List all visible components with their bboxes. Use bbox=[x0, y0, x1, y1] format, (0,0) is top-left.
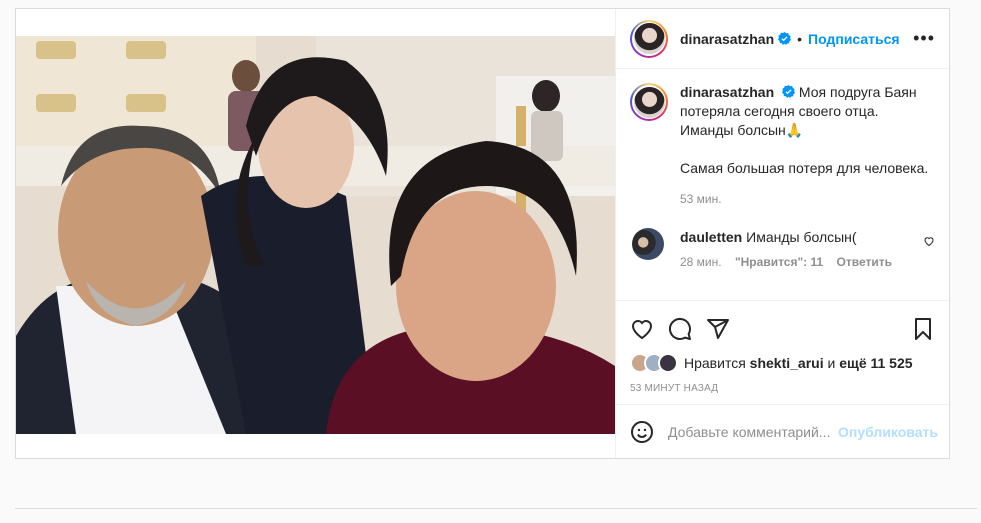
reply-button[interactable]: Ответить bbox=[837, 255, 892, 269]
share-icon[interactable] bbox=[706, 317, 730, 341]
comment-body: dauletten Иманды болсын( 28 мин. "Нравит… bbox=[680, 228, 902, 271]
divider bbox=[15, 508, 977, 509]
comments-section: dinarasatzhan Моя подруга Баян потеряла … bbox=[616, 69, 949, 301]
photo-illustration bbox=[16, 36, 615, 434]
avatar-image bbox=[633, 23, 665, 54]
comment-text: Иманды болсын( bbox=[746, 229, 857, 245]
caption-username[interactable]: dinarasatzhan bbox=[680, 84, 774, 100]
comment-time[interactable]: 28 мин. bbox=[680, 255, 722, 269]
likes-count[interactable]: ещё 11 525 bbox=[839, 355, 912, 371]
caption-body-2: Самая большая потеря для человека. bbox=[680, 160, 929, 176]
action-bar bbox=[616, 309, 949, 349]
comment-username[interactable]: dauletten bbox=[680, 229, 742, 245]
likes-middle: и bbox=[827, 355, 836, 371]
post-sidebar: dinarasatzhan • Подписаться ••• dinarasa… bbox=[615, 9, 949, 458]
post-card: dinarasatzhan • Подписаться ••• dinarasa… bbox=[15, 8, 950, 459]
add-comment-bar: Опубликовать bbox=[616, 404, 949, 458]
avatar-inner bbox=[632, 21, 666, 56]
comment-input[interactable] bbox=[668, 423, 838, 440]
post-timestamp[interactable]: 53 МИНУТ НАЗАД bbox=[616, 383, 949, 394]
header-separator: • bbox=[797, 30, 803, 47]
caption-avatar[interactable] bbox=[630, 83, 668, 121]
comment-icon[interactable] bbox=[668, 317, 692, 341]
liker-avatar[interactable] bbox=[658, 353, 678, 373]
comment-likes[interactable]: "Нравится": 11 bbox=[735, 255, 823, 269]
likes-text: Нравится shekti_arui и ещё 11 525 bbox=[684, 355, 913, 371]
publish-button[interactable]: Опубликовать bbox=[838, 424, 938, 440]
more-icon[interactable]: ••• bbox=[913, 28, 935, 49]
likes-user[interactable]: shekti_arui bbox=[750, 355, 824, 371]
verified-badge-icon bbox=[778, 32, 792, 45]
heart-icon[interactable] bbox=[923, 235, 935, 247]
likes-row: Нравится shekti_arui и ещё 11 525 bbox=[616, 353, 949, 373]
avatar-image bbox=[633, 86, 665, 118]
post-photo[interactable] bbox=[16, 36, 615, 434]
caption-time[interactable]: 53 мин. bbox=[680, 190, 930, 209]
photo-area bbox=[16, 9, 615, 458]
post-header: dinarasatzhan • Подписаться ••• bbox=[616, 9, 949, 69]
author-username[interactable]: dinarasatzhan bbox=[680, 31, 774, 47]
bookmark-icon[interactable] bbox=[911, 317, 935, 341]
emoji-icon[interactable] bbox=[630, 420, 654, 444]
comment-line: dauletten Иманды болсын( bbox=[680, 228, 902, 246]
author-avatar[interactable] bbox=[630, 19, 668, 58]
verified-badge-icon bbox=[782, 85, 796, 98]
comment-item: dauletten Иманды болсын( 28 мин. "Нравит… bbox=[630, 228, 935, 271]
likes-prefix: Нравится bbox=[684, 355, 746, 371]
commenter-avatar[interactable] bbox=[632, 228, 664, 260]
follow-button[interactable]: Подписаться bbox=[808, 31, 900, 47]
heart-icon[interactable] bbox=[630, 317, 654, 341]
comment-meta: 28 мин. "Нравится": 11 Ответить bbox=[680, 253, 902, 271]
caption: dinarasatzhan Моя подруга Баян потеряла … bbox=[630, 83, 935, 209]
avatar-inner bbox=[632, 85, 666, 119]
caption-text: dinarasatzhan Моя подруга Баян потеряла … bbox=[680, 83, 930, 209]
caption-line1: dinarasatzhan Моя подруга Баян потеряла … bbox=[680, 83, 930, 140]
